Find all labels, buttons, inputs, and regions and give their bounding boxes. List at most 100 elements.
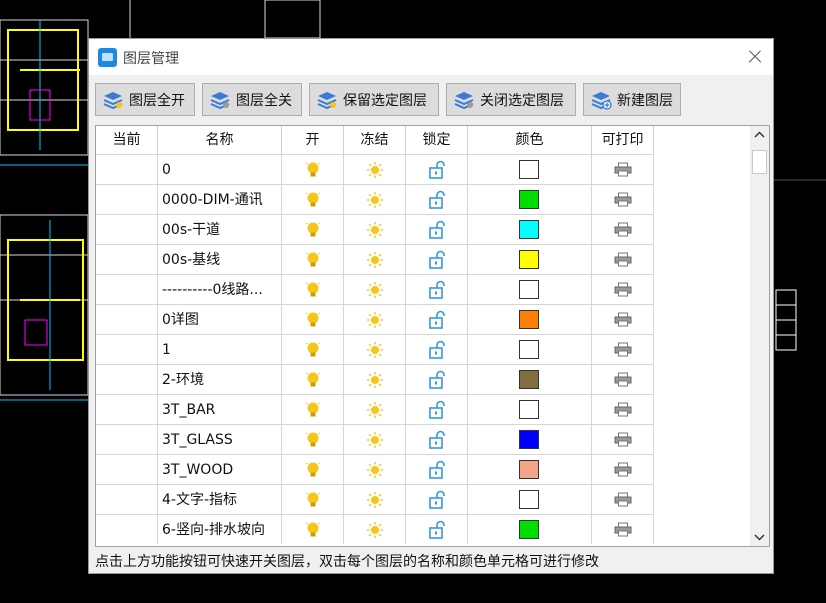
cell-lock[interactable] [406, 154, 468, 184]
cell-current[interactable] [96, 514, 158, 544]
cell-printable[interactable] [592, 274, 654, 304]
table-row[interactable]: 2-环境 [96, 364, 656, 394]
table-row[interactable]: 0 [96, 154, 656, 184]
new-layer-button[interactable]: 新建图层 [583, 83, 681, 116]
cell-printable[interactable] [592, 514, 654, 544]
cell-lock[interactable] [406, 424, 468, 454]
cell-layer-name[interactable]: 4-文字-指标 [158, 484, 282, 514]
cell-current[interactable] [96, 394, 158, 424]
cell-lock[interactable] [406, 334, 468, 364]
cell-color[interactable] [468, 154, 592, 184]
cell-color[interactable] [468, 364, 592, 394]
cell-printable[interactable] [592, 214, 654, 244]
color-swatch[interactable] [519, 160, 539, 179]
cell-color[interactable] [468, 394, 592, 424]
cell-layer-name[interactable]: 00s-基线 [158, 244, 282, 274]
cell-lock[interactable] [406, 244, 468, 274]
cell-current[interactable] [96, 274, 158, 304]
color-swatch[interactable] [519, 430, 539, 449]
cell-lock[interactable] [406, 304, 468, 334]
table-row[interactable]: 6-竖向-排水坡向 [96, 514, 656, 544]
cell-freeze[interactable] [344, 214, 406, 244]
layers-all-off-button[interactable]: 图层全关 [202, 83, 302, 116]
cell-current[interactable] [96, 484, 158, 514]
close-button[interactable] [743, 45, 767, 69]
vertical-scrollbar[interactable] [750, 126, 769, 546]
color-swatch[interactable] [519, 340, 539, 359]
cell-freeze[interactable] [344, 304, 406, 334]
cell-layer-name[interactable]: 3T_BAR [158, 394, 282, 424]
cell-printable[interactable] [592, 424, 654, 454]
cell-lock[interactable] [406, 184, 468, 214]
cell-layer-name[interactable]: 0详图 [158, 304, 282, 334]
cell-freeze[interactable] [344, 364, 406, 394]
cell-on[interactable] [282, 304, 344, 334]
layers-all-on-button[interactable]: 图层全开 [95, 83, 195, 116]
table-row[interactable]: 3T_GLASS [96, 424, 656, 454]
cell-current[interactable] [96, 214, 158, 244]
cell-color[interactable] [468, 274, 592, 304]
cell-freeze[interactable] [344, 484, 406, 514]
cell-current[interactable] [96, 424, 158, 454]
cell-on[interactable] [282, 454, 344, 484]
cell-lock[interactable] [406, 394, 468, 424]
cell-printable[interactable] [592, 394, 654, 424]
cell-current[interactable] [96, 154, 158, 184]
cell-current[interactable] [96, 304, 158, 334]
cell-on[interactable] [282, 274, 344, 304]
cell-freeze[interactable] [344, 334, 406, 364]
table-row[interactable]: 4-文字-指标 [96, 484, 656, 514]
cell-on[interactable] [282, 214, 344, 244]
keep-selected-layers-button[interactable]: 保留选定图层 [309, 83, 439, 116]
cell-on[interactable] [282, 154, 344, 184]
table-row[interactable]: 3T_WOOD [96, 454, 656, 484]
cell-printable[interactable] [592, 364, 654, 394]
table-row[interactable]: 1 [96, 334, 656, 364]
cell-current[interactable] [96, 454, 158, 484]
cell-current[interactable] [96, 244, 158, 274]
cell-color[interactable] [468, 514, 592, 544]
cell-freeze[interactable] [344, 274, 406, 304]
cell-layer-name[interactable]: 0 [158, 154, 282, 184]
cell-printable[interactable] [592, 184, 654, 214]
cell-color[interactable] [468, 454, 592, 484]
cell-layer-name[interactable]: 1 [158, 334, 282, 364]
cell-on[interactable] [282, 484, 344, 514]
cell-layer-name[interactable]: 3T_WOOD [158, 454, 282, 484]
cell-lock[interactable] [406, 514, 468, 544]
cell-freeze[interactable] [344, 454, 406, 484]
cell-on[interactable] [282, 424, 344, 454]
color-swatch[interactable] [519, 310, 539, 329]
table-row[interactable]: 00s-基线 [96, 244, 656, 274]
cell-lock[interactable] [406, 454, 468, 484]
cell-freeze[interactable] [344, 394, 406, 424]
cell-printable[interactable] [592, 304, 654, 334]
cell-freeze[interactable] [344, 244, 406, 274]
cell-lock[interactable] [406, 364, 468, 394]
cell-lock[interactable] [406, 214, 468, 244]
cell-color[interactable] [468, 184, 592, 214]
color-swatch[interactable] [519, 520, 539, 539]
cell-freeze[interactable] [344, 514, 406, 544]
color-swatch[interactable] [519, 490, 539, 509]
cell-lock[interactable] [406, 484, 468, 514]
cell-printable[interactable] [592, 244, 654, 274]
color-swatch[interactable] [519, 280, 539, 299]
close-selected-layers-button[interactable]: 关闭选定图层 [446, 83, 576, 116]
cell-freeze[interactable] [344, 154, 406, 184]
cell-on[interactable] [282, 514, 344, 544]
cell-printable[interactable] [592, 334, 654, 364]
cell-on[interactable] [282, 184, 344, 214]
cell-printable[interactable] [592, 454, 654, 484]
cell-on[interactable] [282, 364, 344, 394]
cell-color[interactable] [468, 424, 592, 454]
cell-current[interactable] [96, 184, 158, 214]
cell-printable[interactable] [592, 484, 654, 514]
cell-color[interactable] [468, 244, 592, 274]
table-row[interactable]: ----------0线路... [96, 274, 656, 304]
color-swatch[interactable] [519, 370, 539, 389]
cell-color[interactable] [468, 214, 592, 244]
table-row[interactable]: 0详图 [96, 304, 656, 334]
scroll-thumb[interactable] [752, 150, 767, 174]
cell-color[interactable] [468, 484, 592, 514]
